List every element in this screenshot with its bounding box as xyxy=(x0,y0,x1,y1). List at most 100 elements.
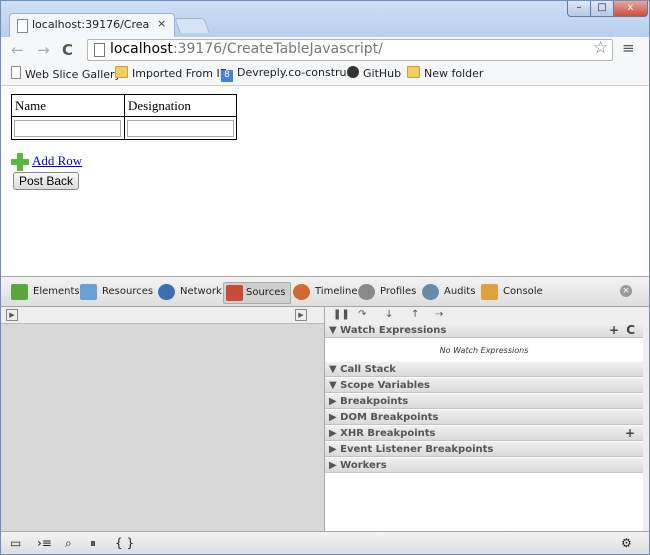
forward-arrow-icon[interactable]: → xyxy=(37,41,50,59)
minimize-button[interactable]: – xyxy=(567,1,591,17)
browser-tab[interactable]: localhost:39176/CreateTab × xyxy=(9,13,175,38)
show-navigator-icon[interactable]: ▶ xyxy=(6,309,18,321)
breakpoints-header[interactable]: ▶ Breakpoints xyxy=(325,394,643,409)
profiles-icon xyxy=(358,284,375,300)
event-listener-breakpoints-header[interactable]: ▶ Event Listener Breakpoints xyxy=(325,442,643,457)
timeline-icon xyxy=(293,284,310,300)
tab-timeline[interactable]: Timeline xyxy=(293,282,358,302)
address-bar[interactable]: localhost:39176/CreateTableJavascript/ xyxy=(87,39,613,61)
debugger-toolbar: ❚❚ ↷ ↓ ↑ ⇢ xyxy=(325,307,643,324)
pane-title: XHR Breakpoints xyxy=(340,428,436,439)
tab-elements[interactable]: Elements xyxy=(11,282,80,302)
tab-console[interactable]: Console xyxy=(481,282,543,302)
table-row xyxy=(11,116,237,140)
reload-icon[interactable]: C xyxy=(62,41,73,59)
tab-label: Audits xyxy=(444,286,476,297)
page-icon xyxy=(17,19,28,33)
bookmark-github[interactable]: GitHub xyxy=(347,66,401,80)
sources-icon xyxy=(226,285,243,301)
step-out-icon[interactable]: ↑ xyxy=(411,309,419,320)
add-row-link[interactable]: Add Row xyxy=(32,153,82,169)
tab-network[interactable]: Network xyxy=(158,282,222,302)
search-icon[interactable]: ⌕ xyxy=(65,536,72,551)
xhr-breakpoints-header[interactable]: ▶ XHR Breakpoints + xyxy=(325,426,643,441)
toggle-debugger-icon[interactable]: ▶ xyxy=(295,309,307,321)
bookmarks-bar: Web Slice Gallery Imported From IE 8 Devr… xyxy=(1,63,649,86)
deactivate-breakpoints-icon[interactable]: ⇢ xyxy=(435,309,443,320)
browser-window: localhost:39176/CreateTab × – □ x ← → C … xyxy=(0,0,650,555)
bookmark-web-slice-gallery[interactable]: Web Slice Gallery xyxy=(11,66,121,81)
scope-variables-header[interactable]: ▼ Scope Variables xyxy=(325,378,643,393)
add-xhr-breakpoint-icon[interactable]: + xyxy=(625,426,635,441)
maximize-button[interactable]: □ xyxy=(590,1,614,17)
page-icon xyxy=(94,43,105,57)
bookmark-imported-from-ie[interactable]: Imported From IE xyxy=(115,66,227,80)
close-window-button[interactable]: x xyxy=(613,1,648,17)
dock-icon[interactable]: ▭ xyxy=(10,536,21,550)
tab-title: localhost:39176/CreateTab xyxy=(32,18,150,31)
browser-toolbar: ← → C localhost:39176/CreateTableJavascr… xyxy=(1,37,649,63)
refresh-watch-icon[interactable]: C xyxy=(626,323,635,338)
debugger-sidebar: ❚❚ ↷ ↓ ↑ ⇢ ▼ Watch Expressions + C No Watc… xyxy=(325,307,643,531)
column-header-designation: Designation xyxy=(124,94,237,117)
bookmark-new-folder[interactable]: New folder xyxy=(407,66,483,80)
page-content: Name Designation Add Row Post Back xyxy=(1,86,649,276)
designation-input[interactable] xyxy=(127,119,234,137)
name-input[interactable] xyxy=(14,119,121,137)
menu-icon[interactable]: ≡ xyxy=(622,39,635,57)
column-header-name: Name xyxy=(11,94,125,117)
pane-title: Event Listener Breakpoints xyxy=(340,444,494,455)
tab-label: Network xyxy=(180,286,222,297)
pause-icon[interactable]: ❚❚ xyxy=(333,309,350,320)
post-back-button[interactable]: Post Back xyxy=(13,172,80,190)
audits-icon xyxy=(422,284,439,300)
navigator-toolbar: ▶ ▶ xyxy=(1,307,324,324)
watch-empty-message: No Watch Expressions xyxy=(439,346,529,355)
bookmark-label: Devreply.co-constru... xyxy=(237,66,358,79)
url-text: localhost:39176/CreateTableJavascript/ xyxy=(110,41,383,57)
employee-table: Name Designation xyxy=(11,94,237,140)
bookmark-label: GitHub xyxy=(363,67,402,80)
tab-label: Console xyxy=(503,286,543,297)
page-icon xyxy=(11,66,21,79)
tab-sources[interactable]: Sources xyxy=(223,282,291,304)
title-bar: localhost:39176/CreateTab × – □ x xyxy=(1,1,649,39)
url-host: localhost xyxy=(110,41,173,57)
tab-label: Profiles xyxy=(380,286,417,297)
dom-breakpoints-header[interactable]: ▶ DOM Breakpoints xyxy=(325,410,643,425)
add-watch-icon[interactable]: + xyxy=(609,323,619,338)
call-stack-header[interactable]: ▼ Call Stack xyxy=(325,362,643,377)
pause-on-exceptions-icon[interactable]: ⏸ xyxy=(90,536,96,551)
watch-expressions-header[interactable]: ▼ Watch Expressions + C xyxy=(325,323,643,338)
pane-title: Scope Variables xyxy=(340,380,430,391)
tab-audits[interactable]: Audits xyxy=(422,282,475,302)
pane-title: Breakpoints xyxy=(340,396,409,407)
tab-resources[interactable]: Resources xyxy=(80,282,153,302)
bookmark-label: New folder xyxy=(424,67,484,80)
tab-profiles[interactable]: Profiles xyxy=(358,282,416,302)
pane-title: Workers xyxy=(340,460,387,471)
close-devtools-icon[interactable]: × xyxy=(620,285,632,297)
folder-icon xyxy=(115,66,128,78)
vs-icon: 8 xyxy=(221,70,233,82)
resources-icon xyxy=(80,284,97,300)
tab-label: Resources xyxy=(102,286,154,297)
bookmark-star-icon[interactable]: ☆ xyxy=(593,38,608,58)
tab-close-icon[interactable]: × xyxy=(157,17,166,30)
console-drawer-icon[interactable]: ›≡ xyxy=(37,536,52,550)
bookmark-devreply[interactable]: 8 Devreply.co-constru... xyxy=(221,66,357,82)
plus-icon xyxy=(11,153,29,171)
step-over-icon[interactable]: ↷ xyxy=(358,309,366,320)
devtools-tab-bar: Elements Resources Network Sources Timel… xyxy=(1,277,649,307)
bookmark-label: Imported From IE xyxy=(132,67,227,80)
back-arrow-icon[interactable]: ← xyxy=(11,41,24,59)
step-into-icon[interactable]: ↓ xyxy=(385,309,393,320)
network-icon xyxy=(158,284,175,300)
new-tab-button[interactable] xyxy=(174,18,210,33)
pretty-print-icon[interactable]: { } xyxy=(115,536,134,550)
sources-navigator-pane: ▶ ▶ xyxy=(1,307,325,531)
folder-icon xyxy=(407,66,420,78)
url-path: :39176/CreateTableJavascript/ xyxy=(172,41,383,57)
workers-header[interactable]: ▶ Workers xyxy=(325,458,643,473)
gear-icon[interactable]: ⚙ xyxy=(621,536,632,550)
